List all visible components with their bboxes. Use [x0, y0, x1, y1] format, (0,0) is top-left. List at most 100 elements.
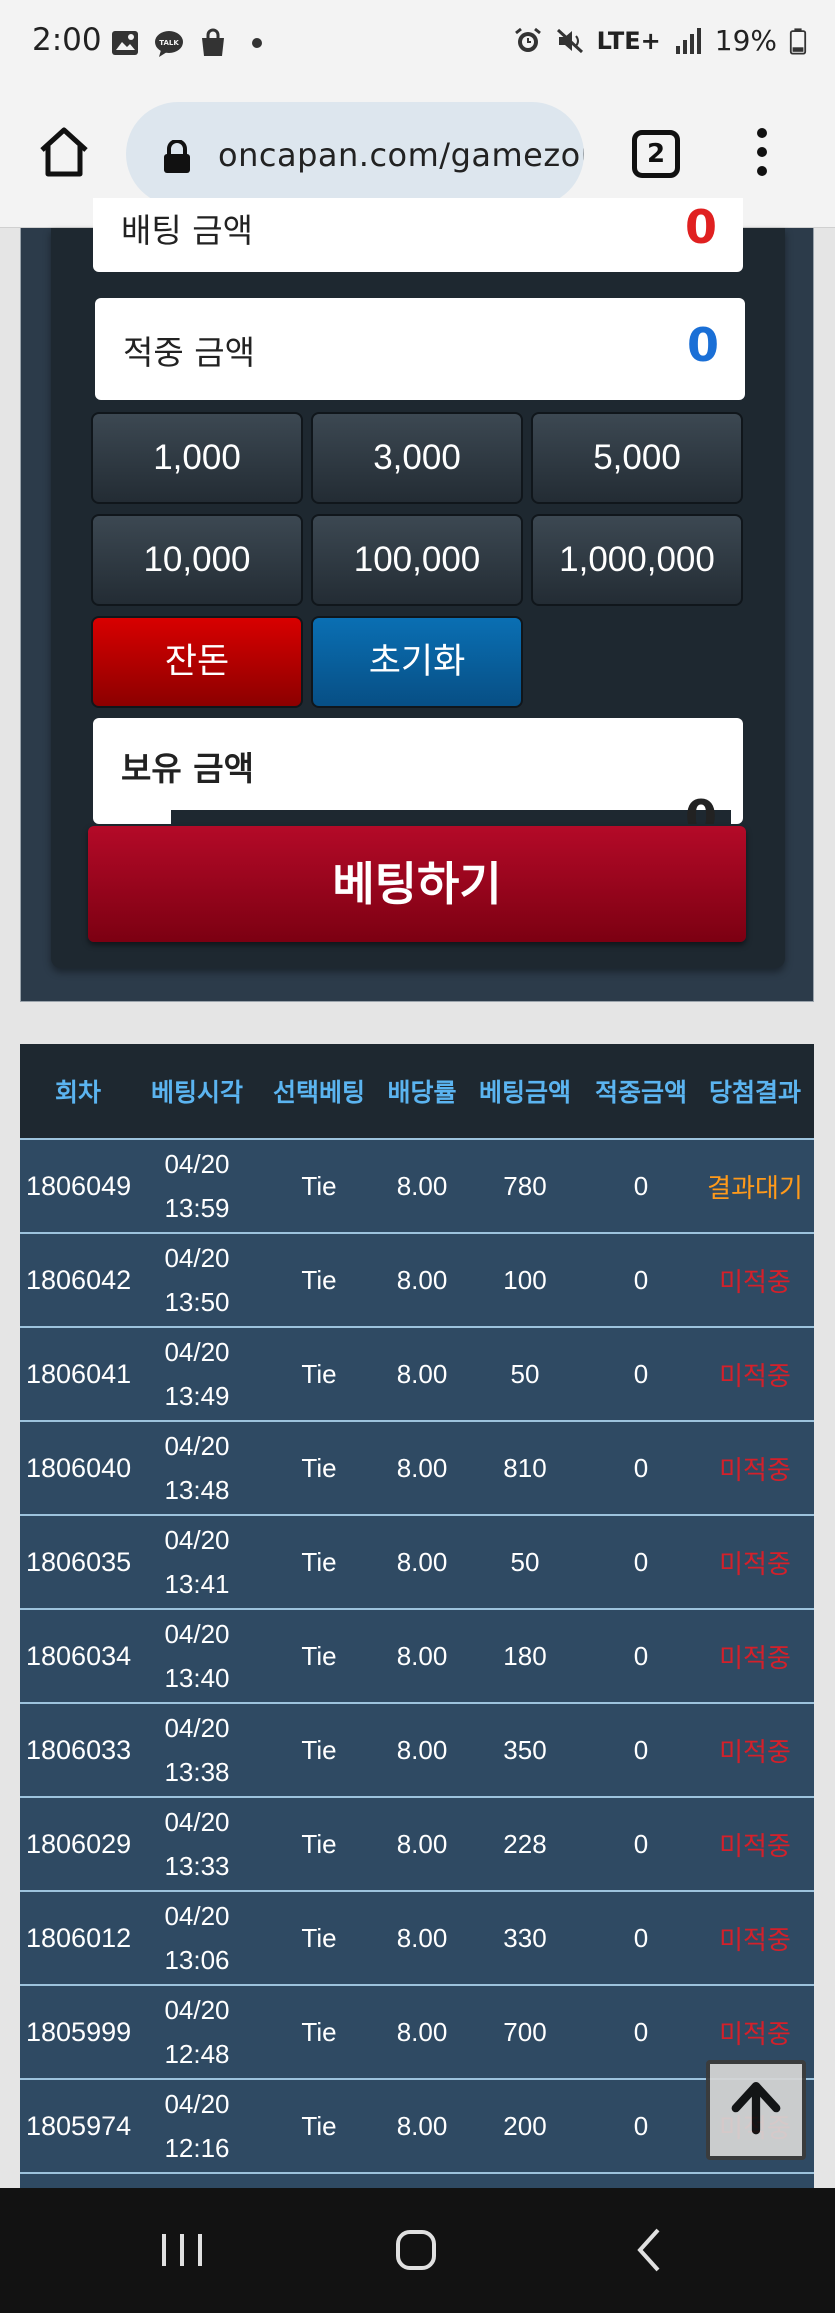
win-amount-field: 적중 금액 0 — [95, 298, 745, 400]
cell-bet-date: 04/20 — [164, 1149, 230, 1179]
cell-result: 미적중 — [719, 1924, 791, 1955]
reset-button[interactable]: 초기화 — [311, 616, 523, 708]
status-time: 2:00 — [32, 22, 102, 58]
win-amount-value: 0 — [686, 318, 719, 372]
header-win-amount: 적중금액 — [594, 1078, 687, 1107]
home-nav-icon[interactable] — [386, 2220, 446, 2280]
status-bar: 2:00 TALK LTE+ 19% — [0, 0, 835, 92]
cell-win-amount: 0 — [633, 1640, 649, 1671]
back-nav-icon[interactable] — [620, 2220, 680, 2280]
header-result: 당첨결과 — [708, 1078, 801, 1107]
cell-bet-clock: 13:48 — [164, 1475, 230, 1505]
cell-choice: Tie — [301, 1828, 337, 1859]
balance-button[interactable]: 잔돈 — [91, 616, 303, 708]
notification-icons: TALK — [110, 28, 272, 58]
table-row: 1806042 04/20 13:50 Tie 8.00 100 0 미적중 — [20, 1232, 814, 1326]
cell-round: 1806029 — [26, 1828, 132, 1859]
chip-button-1000000[interactable]: 1,000,000 — [531, 514, 743, 606]
cell-bet-amount: 100 — [503, 1264, 547, 1295]
cell-choice: Tie — [301, 1170, 337, 1201]
cell-bet-time: 04/20 13:40 — [136, 1612, 258, 1700]
cell-bet-amount: 180 — [503, 1640, 547, 1671]
mute-icon — [556, 28, 583, 53]
cell-round: 1806041 — [26, 1358, 132, 1389]
network-type: LTE+ — [596, 26, 661, 55]
bet-amount-field: 배팅 금액 0 — [93, 198, 743, 272]
scroll-to-top-button[interactable] — [706, 2060, 806, 2160]
header-odds: 배당률 — [387, 1078, 457, 1107]
cell-bet-clock: 13:38 — [164, 1757, 230, 1787]
cell-bet-clock: 13:40 — [164, 1663, 230, 1693]
cell-bet-clock: 13:33 — [164, 1851, 230, 1881]
cell-result: 미적중 — [719, 1830, 791, 1861]
cell-result: 미적중 — [719, 1642, 791, 1673]
signal-icon — [675, 27, 701, 54]
cell-win-amount: 0 — [633, 2016, 649, 2047]
cell-bet-time: 04/20 13:33 — [136, 1800, 258, 1888]
owned-amount-label: 보유 금액 — [121, 749, 254, 788]
cell-result: 미적중 — [719, 2018, 791, 2049]
table-header: 회차 베팅시각 선택베팅 배당률 베팅금액 적중금액 당첨결과 — [20, 1044, 814, 1138]
recent-apps-icon[interactable] — [152, 2220, 212, 2280]
cell-win-amount: 0 — [633, 1358, 649, 1389]
cell-win-amount: 0 — [633, 1170, 649, 1201]
cell-odds: 8.00 — [396, 2110, 448, 2141]
cell-choice: Tie — [301, 2016, 337, 2047]
cell-result: 미적중 — [719, 1736, 791, 1767]
cell-choice: Tie — [301, 1264, 337, 1295]
cell-bet-time: 04/20 12:48 — [136, 1988, 258, 2076]
cell-bet-time: 04/20 13:59 — [136, 1142, 258, 1230]
talk-icon: TALK — [155, 31, 183, 57]
cell-bet-date: 04/20 — [164, 1619, 230, 1649]
chip-button-100000[interactable]: 100,000 — [311, 514, 523, 606]
cell-win-amount: 0 — [633, 1922, 649, 1953]
cell-bet-time: 04/20 13:49 — [136, 1330, 258, 1418]
owned-amount-underlay — [171, 810, 731, 824]
cell-bet-clock: 12:48 — [164, 2039, 230, 2069]
cell-bet-time: 04/20 13:48 — [136, 1424, 258, 1512]
cell-odds: 8.00 — [396, 1922, 448, 1953]
cell-bet-amount: 700 — [503, 2016, 547, 2047]
cell-bet-time: 04/20 12:16 — [136, 2082, 258, 2170]
cell-bet-clock: 13:41 — [164, 1569, 230, 1599]
header-bet-amount: 베팅금액 — [478, 1078, 571, 1107]
arrow-up-icon — [731, 2081, 781, 2135]
cell-choice: Tie — [301, 2110, 337, 2141]
header-choice: 선택베팅 — [272, 1078, 365, 1107]
cell-round: 1806040 — [26, 1452, 132, 1483]
home-icon[interactable] — [36, 124, 92, 180]
tab-switcher-button[interactable]: 2 — [632, 130, 680, 178]
bet-amount-value: 0 — [684, 200, 717, 254]
cell-result: 미적중 — [719, 1360, 791, 1391]
header-bet-time: 베팅시각 — [150, 1078, 243, 1107]
cell-bet-date: 04/20 — [164, 2089, 230, 2119]
table-row: 1806049 04/20 13:59 Tie 8.00 780 0 결과대기 — [20, 1138, 814, 1232]
cell-win-amount: 0 — [633, 1452, 649, 1483]
chip-button-3000[interactable]: 3,000 — [311, 412, 523, 504]
dot-icon — [252, 38, 262, 48]
place-bet-button[interactable]: 베팅하기 — [88, 826, 746, 942]
cell-bet-clock: 12:16 — [164, 2133, 230, 2163]
shopping-bag-icon — [202, 28, 224, 56]
chip-button-10000[interactable]: 10,000 — [91, 514, 303, 606]
table-row: 1806033 04/20 13:38 Tie 8.00 350 0 미적중 — [20, 1702, 814, 1796]
cell-result: 미적중 — [719, 1454, 791, 1485]
address-bar[interactable]: oncapan.com/gamezone — [126, 102, 584, 206]
chip-button-1000[interactable]: 1,000 — [91, 412, 303, 504]
table-row: 1806012 04/20 13:06 Tie 8.00 330 0 미적중 — [20, 1890, 814, 1984]
cell-bet-date: 04/20 — [164, 1901, 230, 1931]
bet-history-table: 회차 베팅시각 선택베팅 배당률 베팅금액 적중금액 당첨결과 1806049 0… — [20, 1044, 814, 2266]
more-options-icon[interactable] — [748, 128, 776, 180]
cell-round: 1806033 — [26, 1734, 132, 1765]
cell-bet-date: 04/20 — [164, 1807, 230, 1837]
cell-choice: Tie — [301, 1358, 337, 1389]
cell-bet-amount: 50 — [510, 1358, 540, 1389]
cell-round: 1806034 — [26, 1640, 132, 1671]
table-row: 1806040 04/20 13:48 Tie 8.00 810 0 미적중 — [20, 1420, 814, 1514]
table-row: 180597404/2012:16Tie8.002000미적중 — [20, 2078, 814, 2172]
cell-choice: Tie — [301, 1452, 337, 1483]
cell-bet-date: 04/20 — [164, 1713, 230, 1743]
cell-bet-time: 04/20 13:41 — [136, 1518, 258, 1606]
gallery-icon — [112, 31, 138, 55]
chip-button-5000[interactable]: 5,000 — [531, 412, 743, 504]
